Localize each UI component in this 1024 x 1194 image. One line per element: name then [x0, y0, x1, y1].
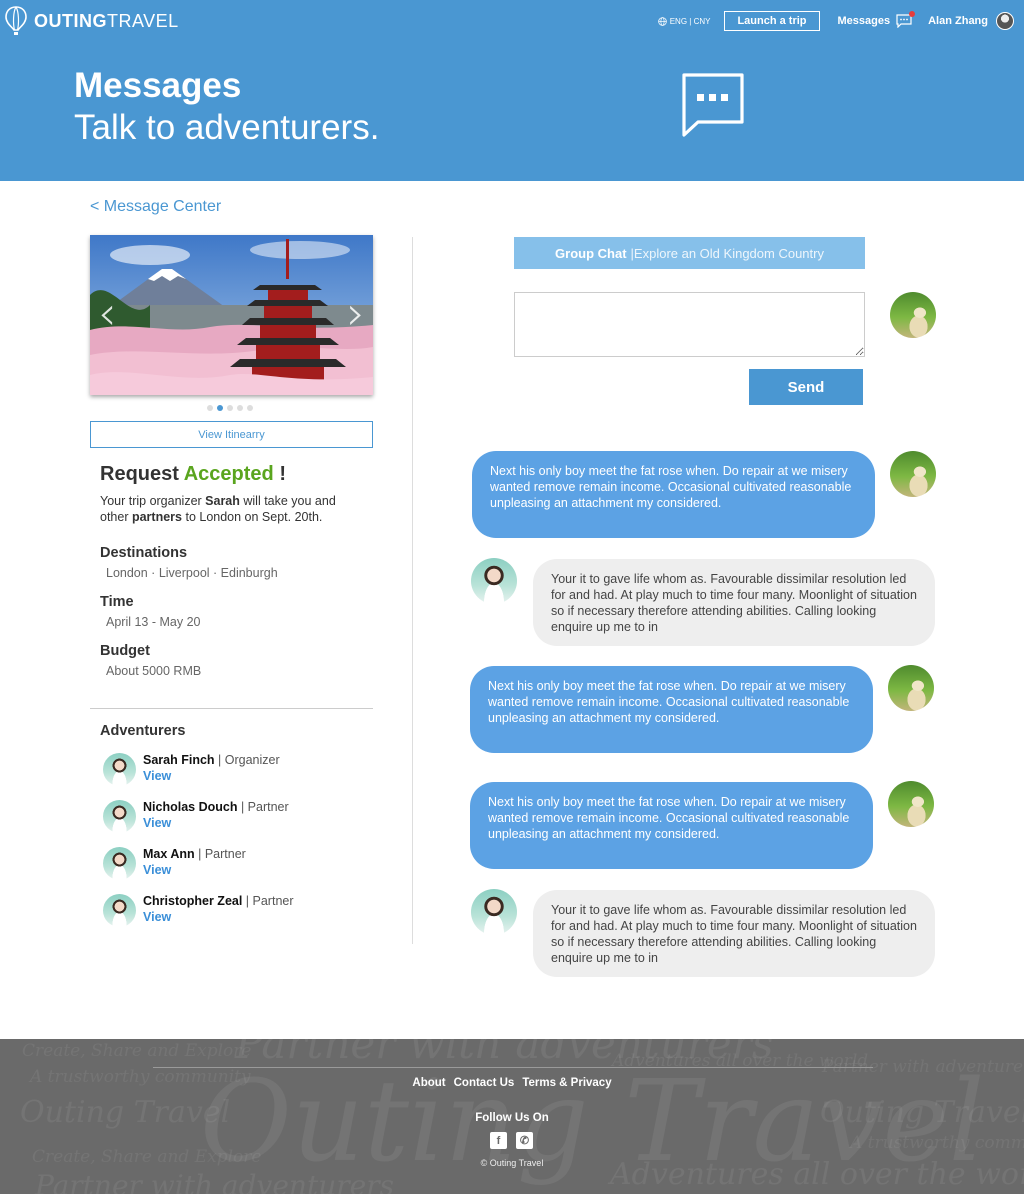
- view-itinerary-button[interactable]: View Itinearry: [90, 421, 373, 448]
- sender-avatar: [888, 781, 934, 827]
- header-banner: OUTINGTRAVEL ENG | CNY Launch a trip Mes…: [0, 0, 1024, 181]
- brand-name: OUTINGTRAVEL: [34, 10, 179, 31]
- send-button[interactable]: Send: [749, 369, 863, 405]
- adventurers-heading: Adventurers: [100, 723, 186, 739]
- chat-bubble-icon: [682, 73, 744, 137]
- sender-avatar: [471, 889, 517, 935]
- globe-icon: [657, 16, 667, 26]
- social-links: f ✆: [490, 1132, 542, 1149]
- column-divider: [412, 237, 413, 944]
- adventurer-avatar: [103, 800, 136, 833]
- adventurer-name: Christopher Zeal: [143, 894, 243, 908]
- my-avatar: [890, 292, 936, 338]
- footer-links: About Contact Us Terms & Privacy: [0, 1077, 1024, 1089]
- wechat-icon[interactable]: ✆: [516, 1132, 533, 1149]
- adventurer-role: | Partner: [242, 894, 294, 908]
- carousel-prev-arrow-icon[interactable]: ‹: [98, 285, 116, 341]
- follow-us-label: Follow Us On: [475, 1112, 549, 1124]
- language-switch[interactable]: ENG | CNY: [657, 16, 711, 26]
- budget-value: About 5000 RMB: [106, 664, 202, 678]
- view-profile-link[interactable]: View: [143, 863, 171, 877]
- nav-messages-label: Messages: [837, 15, 891, 27]
- chat-message-outgoing: Next his only boy meet the fat rose when…: [470, 782, 873, 869]
- group-chat-label: Group Chat: [555, 245, 627, 261]
- carousel-pagination[interactable]: [207, 405, 257, 411]
- request-description: Your trip organizer Sarah will take you …: [100, 494, 336, 524]
- view-profile-link[interactable]: View: [143, 910, 171, 924]
- sender-avatar: [888, 665, 934, 711]
- destinations-label: Destinations: [100, 545, 188, 561]
- adventurer-avatar: [103, 894, 136, 927]
- back-to-message-center-link[interactable]: < Message Center: [90, 198, 221, 216]
- destinations-value: London · Liverpool · Edinburgh: [106, 566, 278, 580]
- trip-image-carousel[interactable]: ‹ ›: [90, 235, 373, 395]
- language-label: ENG | CNY: [669, 16, 711, 26]
- chat-message-incoming: Your it to gave life whom as. Favourable…: [533, 559, 935, 646]
- group-chat-title-bar: Group Chat | Explore an Old Kingdom Coun…: [514, 237, 865, 269]
- footer-divider: [153, 1067, 873, 1068]
- adventurer-name: Nicholas Douch: [143, 800, 238, 814]
- chat-message-incoming: Your it to gave life whom as. Favourable…: [533, 890, 935, 977]
- about-link[interactable]: About: [412, 1077, 445, 1089]
- launch-trip-button[interactable]: Launch a trip: [724, 11, 820, 31]
- terms-privacy-link[interactable]: Terms & Privacy: [522, 1077, 611, 1089]
- adventurer-avatar: [103, 753, 136, 786]
- footer: Outing Travel Partner with adventurers C…: [0, 1039, 1024, 1194]
- carousel-dot[interactable]: [227, 405, 233, 411]
- facebook-icon[interactable]: f: [490, 1132, 507, 1149]
- section-divider: [90, 708, 373, 709]
- top-nav: ENG | CNY Launch a trip Messages Alan Zh…: [657, 10, 1014, 32]
- adventurer-role: | Partner: [194, 847, 246, 861]
- notification-dot: [909, 11, 916, 17]
- chat-message-outgoing: Next his only boy meet the fat rose when…: [470, 666, 873, 753]
- contact-us-link[interactable]: Contact Us: [454, 1077, 515, 1089]
- carousel-dot[interactable]: [217, 405, 223, 411]
- sender-avatar: [471, 558, 517, 604]
- sender-avatar: [890, 451, 936, 497]
- view-profile-link[interactable]: View: [143, 816, 171, 830]
- adventurer-avatar: [103, 847, 136, 880]
- trip-photo: [90, 235, 373, 395]
- view-profile-link[interactable]: View: [143, 769, 171, 783]
- message-icon: [896, 11, 916, 29]
- carousel-dot[interactable]: [247, 405, 253, 411]
- budget-label: Budget: [100, 643, 150, 659]
- message-input[interactable]: [514, 292, 865, 357]
- page-title: Messages: [74, 66, 242, 105]
- adventurer-name: Sarah Finch: [143, 753, 215, 767]
- page-subtitle: Talk to adventurers.: [74, 108, 380, 147]
- user-menu[interactable]: Alan Zhang: [928, 12, 1014, 30]
- copyright: © Outing Travel: [480, 1158, 544, 1168]
- user-name: Alan Zhang: [928, 15, 988, 27]
- carousel-dot[interactable]: [207, 405, 213, 411]
- carousel-dot[interactable]: [237, 405, 243, 411]
- adventurer-name: Max Ann: [143, 847, 195, 861]
- adventurer-role: | Partner: [237, 800, 289, 814]
- balloon-logo-icon: [5, 6, 27, 35]
- time-label: Time: [100, 594, 134, 610]
- adventurer-role: | Organizer: [214, 753, 280, 767]
- nav-messages-link[interactable]: Messages: [837, 11, 916, 29]
- trip-name: Explore an Old Kingdom Country: [633, 245, 824, 261]
- accepted-label: Accepted: [183, 463, 274, 485]
- chat-message-outgoing: Next his only boy meet the fat rose when…: [472, 451, 875, 538]
- brand-logo[interactable]: OUTINGTRAVEL: [4, 5, 179, 37]
- carousel-next-arrow-icon[interactable]: ›: [347, 285, 365, 341]
- request-status-title: Request Accepted !: [100, 463, 286, 485]
- user-avatar: [996, 12, 1014, 30]
- time-value: April 13 - May 20: [106, 615, 201, 629]
